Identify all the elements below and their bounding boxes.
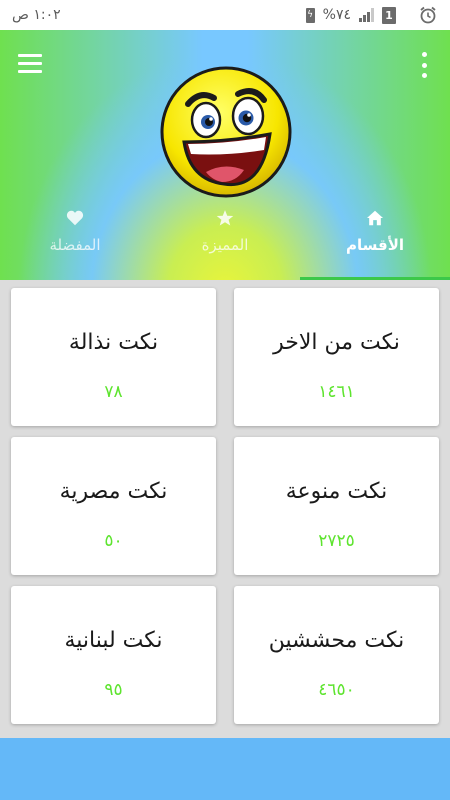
tab-categories[interactable]: الأقسام <box>300 198 450 280</box>
bottom-banner <box>0 738 450 800</box>
status-right: ϟ %٧٤ 1 <box>305 5 438 25</box>
category-title: نكت محششين <box>268 628 405 653</box>
category-title: نكت لبنانية <box>64 628 163 653</box>
category-count: ١٤٦١ <box>318 382 355 402</box>
category-title: نكت مصرية <box>59 479 168 504</box>
app-header: المفضلة المميزة الأقسام <box>0 30 450 280</box>
signal-icon <box>359 8 374 22</box>
star-icon <box>215 208 235 228</box>
category-count: ٩٥ <box>104 680 123 700</box>
tab-favorites[interactable]: المفضلة <box>0 198 150 280</box>
category-card[interactable]: نكت محششين ٤٦٥٠ <box>234 586 439 724</box>
category-count: ٢٧٢٥ <box>318 531 355 551</box>
category-card[interactable]: نكت منوعة ٢٧٢٥ <box>234 437 439 575</box>
tab-favorites-label: المفضلة <box>49 236 101 254</box>
tab-featured-label: المميزة <box>201 236 249 254</box>
tab-bar: المفضلة المميزة الأقسام <box>0 198 450 280</box>
battery-percent: %٧٤ <box>322 7 351 23</box>
battery-charging-icon: ϟ <box>305 7 315 23</box>
smiley-face-icon <box>160 66 292 198</box>
hamburger-menu-icon[interactable] <box>18 54 42 74</box>
category-card[interactable]: نكت من الاخر ١٤٦١ <box>234 288 439 426</box>
category-card[interactable]: نكت لبنانية ٩٥ <box>11 586 216 724</box>
category-title: نكت منوعة <box>285 479 388 504</box>
heart-icon <box>65 208 85 228</box>
status-bar: ١:٠٢ ص ϟ %٧٤ 1 <box>0 0 450 30</box>
category-title: نكت من الاخر <box>273 330 400 355</box>
category-count: ٧٨ <box>104 382 123 402</box>
tab-featured[interactable]: المميزة <box>150 198 300 280</box>
alarm-clock-icon <box>420 6 436 24</box>
category-count: ٤٦٥٠ <box>318 680 355 700</box>
sim-icon: 1 <box>382 6 396 24</box>
category-count: ٥٠ <box>104 531 123 551</box>
category-card[interactable]: نكت نذالة ٧٨ <box>11 288 216 426</box>
category-grid: نكت من الاخر ١٤٦١ نكت نذالة ٧٨ نكت منوعة… <box>0 280 450 738</box>
status-time: ١:٠٢ ص <box>12 7 61 23</box>
more-vertical-icon[interactable] <box>420 52 428 78</box>
status-left: ١:٠٢ ص <box>12 7 61 23</box>
tab-categories-label: الأقسام <box>345 236 405 254</box>
home-icon <box>365 208 385 228</box>
category-card[interactable]: نكت مصرية ٥٠ <box>11 437 216 575</box>
category-title: نكت نذالة <box>68 330 159 355</box>
